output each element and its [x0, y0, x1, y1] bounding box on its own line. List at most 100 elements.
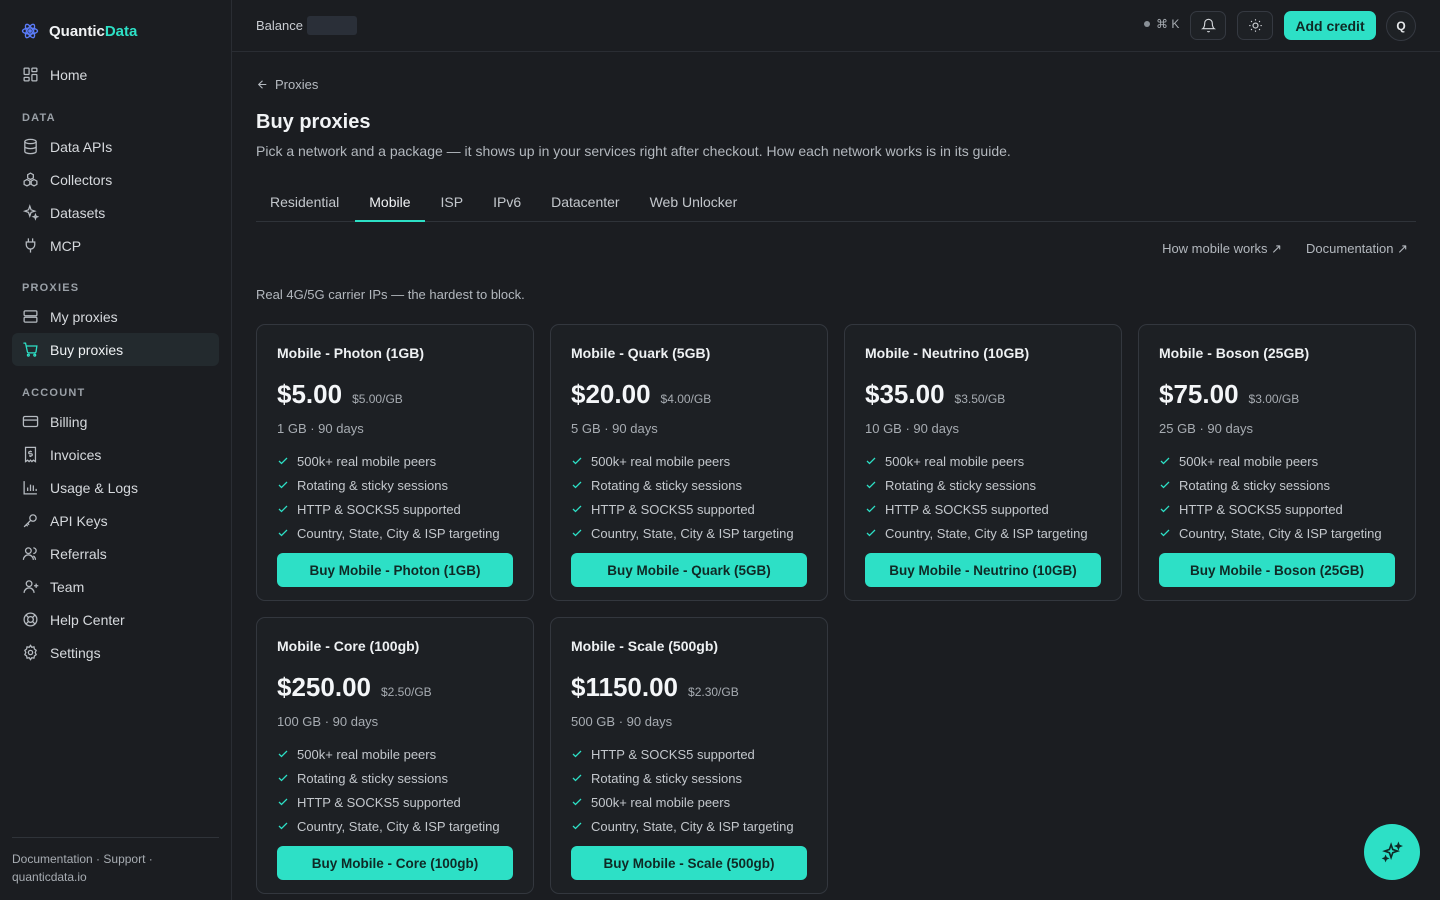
sidebar-item-team[interactable]: Team	[12, 570, 219, 603]
feature-label: 500k+ real mobile peers	[297, 453, 437, 469]
assistant-fab-button[interactable]	[1364, 824, 1420, 880]
plan-price: $250.00	[277, 672, 371, 702]
notifications-button[interactable]	[1190, 11, 1226, 40]
plan-price-per-gb: $2.50/GB	[380, 685, 432, 699]
plan-price: $5.00	[277, 379, 343, 409]
how-mobile-works-link[interactable]: How mobile works ↗	[1162, 241, 1282, 257]
footer-support-link[interactable]: Support	[103, 852, 145, 866]
balance-value-masked[interactable]	[306, 16, 357, 35]
atom-logo-icon	[21, 23, 39, 39]
avatar[interactable]: Q	[1386, 11, 1416, 41]
brand-name-accent: Data	[104, 22, 138, 40]
plan-features: HTTP & SOCKS5 supported Rotating & stick…	[571, 742, 807, 838]
bar-chart-icon	[23, 481, 37, 495]
check-icon	[278, 750, 288, 758]
feature-item: 500k+ real mobile peers	[571, 449, 807, 473]
feature-label: Rotating & sticky sessions	[297, 477, 449, 493]
sidebar-item-invoices[interactable]: Invoices	[12, 438, 219, 471]
top-bar: Balance ⌘ K Add credit Q	[232, 0, 1440, 52]
feature-item: HTTP & SOCKS5 supported	[571, 497, 807, 521]
plan-meta: 100 GB · 90 days	[277, 714, 379, 729]
plan-card: Mobile - Quark (5GB) $20.00 $4.00/GB 5 GB…	[550, 324, 828, 601]
buy-plan-button[interactable]: Buy Mobile - Core (100gb)	[277, 846, 513, 880]
sidebar-item-billing[interactable]: Billing	[12, 405, 219, 438]
buy-plan-button[interactable]: Buy Mobile - Quark (5GB)	[571, 553, 807, 587]
plan-features: 500k+ real mobile peers Rotating & stick…	[1159, 449, 1395, 545]
tab-residential[interactable]: Residential	[256, 184, 353, 222]
command-palette-shortcut[interactable]: ⌘ K	[1144, 17, 1179, 31]
buy-plan-button[interactable]: Buy Mobile - Boson (25GB)	[1159, 553, 1395, 587]
buy-plan-button[interactable]: Buy Mobile - Neutrino (10GB)	[865, 553, 1101, 587]
balance: Balance	[256, 16, 357, 35]
check-icon	[1160, 529, 1170, 537]
sidebar-item-my-proxies[interactable]: My proxies	[12, 300, 219, 333]
tab-ipv6[interactable]: IPv6	[479, 184, 535, 222]
footer-domain-link[interactable]: quanticdata.io	[12, 870, 87, 884]
feature-item: Rotating & sticky sessions	[277, 766, 513, 790]
sparkles-icon	[1381, 841, 1403, 863]
sidebar-item-referrals[interactable]: Referrals	[12, 537, 219, 570]
tab-web-unlocker[interactable]: Web Unlocker	[636, 184, 752, 222]
network-tagline: Real 4G/5G carrier IPs — the hardest to …	[256, 287, 525, 302]
sidebar-item-label: Usage & Logs	[50, 479, 138, 496]
plan-name: Mobile - Core (100gb)	[277, 638, 420, 654]
plan-price-per-gb: $5.00/GB	[352, 392, 403, 406]
sidebar-item-buy-proxies[interactable]: Buy proxies	[12, 333, 219, 366]
check-icon	[572, 774, 582, 782]
life-buoy-icon	[23, 612, 38, 627]
plan-meta: 25 GB · 90 days	[1159, 421, 1253, 436]
feature-item: Rotating & sticky sessions	[1159, 473, 1395, 497]
feature-item: Rotating & sticky sessions	[571, 766, 807, 790]
feature-item: Country, State, City & ISP targeting	[571, 814, 807, 838]
feature-item: Rotating & sticky sessions	[571, 473, 807, 497]
plan-features: 500k+ real mobile peers Rotating & stick…	[277, 449, 513, 545]
feature-item: Rotating & sticky sessions	[277, 473, 513, 497]
plan-card: Mobile - Core (100gb) $250.00 $2.50/GB 10…	[256, 617, 534, 894]
feature-label: 500k+ real mobile peers	[1179, 453, 1319, 469]
breadcrumb[interactable]: Proxies	[256, 77, 318, 92]
section-label-data: DATA	[22, 112, 56, 124]
sidebar-item-home[interactable]: Home	[12, 58, 219, 91]
sidebar-item-usage-logs[interactable]: Usage & Logs	[12, 471, 219, 504]
bell-icon	[1200, 18, 1216, 33]
network-tabs: Residential Mobile ISP IPv6 Datacenter W…	[256, 184, 1416, 222]
check-icon	[1160, 457, 1170, 465]
sidebar-item-collectors[interactable]: Collectors	[12, 163, 219, 196]
tab-mobile[interactable]: Mobile	[355, 184, 425, 222]
plug-icon	[25, 238, 36, 253]
buy-plan-button[interactable]: Buy Mobile - Photon (1GB)	[277, 553, 513, 587]
plan-card: Mobile - Photon (1GB) $5.00 $5.00/GB 1 GB…	[256, 324, 534, 601]
check-icon	[278, 505, 288, 513]
plan-features: 500k+ real mobile peers Rotating & stick…	[571, 449, 807, 545]
sidebar-item-settings[interactable]: Settings	[12, 636, 219, 669]
plan-card: Mobile - Neutrino (10GB) $35.00 $3.50/GB …	[844, 324, 1122, 601]
documentation-link[interactable]: Documentation ↗	[1306, 241, 1408, 257]
feature-label: HTTP & SOCKS5 supported	[591, 746, 755, 762]
feature-item: HTTP & SOCKS5 supported	[865, 497, 1101, 521]
theme-toggle-button[interactable]	[1237, 11, 1273, 40]
tab-datacenter[interactable]: Datacenter	[537, 184, 633, 222]
brand-logo[interactable]: QuanticData	[21, 20, 137, 42]
sidebar-item-label: API Keys	[50, 512, 108, 529]
gear-icon	[24, 644, 37, 661]
check-icon	[866, 505, 876, 513]
plan-price-per-gb: $2.30/GB	[688, 685, 739, 699]
tab-isp[interactable]: ISP	[427, 184, 478, 222]
sidebar-item-datasets[interactable]: Datasets	[12, 196, 219, 229]
feature-label: Country, State, City & ISP targeting	[1179, 525, 1382, 541]
sidebar-item-help-center[interactable]: Help Center	[12, 603, 219, 636]
feature-label: 500k+ real mobile peers	[297, 746, 437, 762]
sidebar-item-data-apis[interactable]: Data APIs	[12, 130, 219, 163]
sparkles-icon	[22, 204, 39, 221]
add-credit-button[interactable]: Add credit	[1284, 11, 1376, 40]
sidebar-item-label: Collectors	[50, 171, 113, 188]
sidebar-item-mcp[interactable]: MCP	[12, 229, 219, 262]
footer-documentation-link[interactable]: Documentation	[12, 852, 93, 866]
check-icon	[1160, 481, 1170, 489]
feature-item: 500k+ real mobile peers	[571, 790, 807, 814]
feature-label: HTTP & SOCKS5 supported	[885, 501, 1049, 517]
database-icon	[24, 138, 37, 155]
plan-price: $1150.00	[571, 672, 679, 702]
sidebar-item-api-keys[interactable]: API Keys	[12, 504, 219, 537]
buy-plan-button[interactable]: Buy Mobile - Scale (500gb)	[571, 846, 807, 880]
